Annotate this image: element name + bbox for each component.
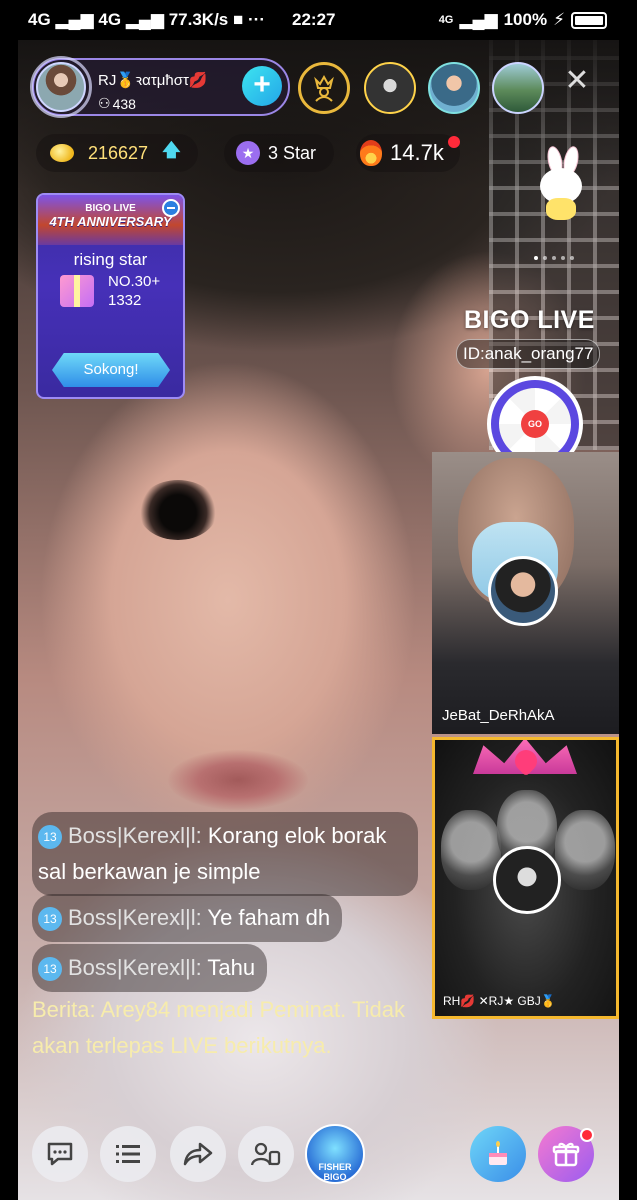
fire-icon bbox=[360, 140, 382, 166]
room-id: ID:anak_orang77 bbox=[456, 339, 601, 369]
bunny-event-icon[interactable] bbox=[536, 144, 586, 222]
share-button[interactable] bbox=[170, 1126, 226, 1182]
bean-icon bbox=[50, 144, 74, 162]
speed-label: 77.3K/s bbox=[168, 10, 229, 29]
battery-icon bbox=[571, 11, 607, 29]
chat-message[interactable]: 13 Boss|Kerexl|l: Ye faham dh bbox=[32, 894, 343, 942]
comment-icon bbox=[47, 1142, 73, 1166]
news-message: Berita: Arey84 menjadi Peminat. Tidak ak… bbox=[32, 997, 405, 1058]
wheel-go-button[interactable]: GO bbox=[521, 410, 549, 438]
cake-button[interactable] bbox=[470, 1126, 526, 1182]
ranking-button[interactable] bbox=[298, 62, 350, 114]
share-arrow-icon bbox=[183, 1142, 213, 1166]
viewer-avatar-1[interactable] bbox=[364, 62, 416, 114]
coins-pill[interactable]: 216627 🡅 bbox=[36, 134, 198, 172]
signal-icon: ▂▄▆ bbox=[55, 10, 94, 29]
star-value: 3 Star bbox=[268, 142, 317, 163]
host-prefix: RJ bbox=[98, 72, 117, 89]
fans-count: 438 bbox=[112, 95, 136, 112]
signal-icon-3: ▂▄▆ bbox=[459, 10, 498, 29]
chat-user[interactable]: Boss|Kerexl|l: bbox=[68, 955, 202, 980]
chat-user[interactable]: Boss|Kerexl|l: bbox=[68, 823, 202, 848]
popularity-value: 14.7k bbox=[390, 140, 444, 165]
chat-message[interactable]: 13 Boss|Kerexl|l: Korang elok borak sal b… bbox=[32, 812, 418, 896]
anniversary-rank: NO.30+ bbox=[108, 273, 161, 290]
comment-button[interactable] bbox=[32, 1126, 88, 1182]
level-badge: 13 bbox=[38, 907, 62, 932]
viewer-avatar-2[interactable] bbox=[428, 62, 480, 114]
more-notifications-icon: ··· bbox=[248, 10, 265, 29]
battery-percent: 100% bbox=[503, 10, 548, 29]
carousel-dots bbox=[534, 256, 588, 262]
star-icon: ★ bbox=[236, 141, 260, 165]
support-button[interactable]: Sokong! bbox=[52, 353, 170, 387]
minimize-icon[interactable] bbox=[162, 199, 180, 217]
chat-text: Tahu bbox=[207, 955, 256, 980]
status-right: 4G ▂▄▆ 100% ⚡ bbox=[439, 10, 607, 30]
network-label-2: 4G bbox=[98, 10, 122, 29]
video-eye bbox=[138, 480, 218, 540]
star-pill[interactable]: ★ 3 Star bbox=[224, 134, 334, 172]
host-avatar[interactable] bbox=[36, 62, 86, 112]
video-lip bbox=[168, 750, 308, 810]
guest1-avatar[interactable] bbox=[488, 556, 558, 626]
anniversary-title: 4TH ANNIVERSARY bbox=[49, 214, 172, 229]
chat-text: Ye faham dh bbox=[207, 905, 331, 930]
guest1-name: JeBat_DeRhAkA bbox=[442, 707, 555, 724]
status-left: 4G ▂▄▆ 4G ▂▄▆ 77.3K/s ■ ··· bbox=[28, 10, 265, 30]
guest2-avatar[interactable] bbox=[493, 846, 561, 914]
host-fans: ⚇ 438 bbox=[98, 95, 136, 112]
signal-icon-2: ▂▄▆ bbox=[125, 10, 164, 29]
close-icon[interactable]: ✕ bbox=[562, 66, 592, 96]
notification-dot bbox=[448, 136, 460, 148]
users-icon bbox=[251, 1142, 281, 1166]
fisher-game-button[interactable]: FISHER BIGO bbox=[305, 1124, 365, 1184]
level-badge: 13 bbox=[38, 957, 62, 982]
guest2-names: RH💋 ✕RJ★ GBJ🥇 bbox=[443, 994, 556, 1008]
host-name: RJ🥇ꝛατμħστ💋 bbox=[98, 70, 208, 90]
fisher-label: FISHER BIGO bbox=[318, 1162, 352, 1182]
anniversary-card[interactable]: BIGO LIVE 4TH ANNIVERSARY rising star NO… bbox=[36, 193, 185, 399]
chat-user[interactable]: Boss|Kerexl|l: bbox=[68, 905, 202, 930]
anniversary-category: rising star bbox=[73, 250, 148, 269]
level-badge: 13 bbox=[38, 825, 62, 850]
wheel-face: GO bbox=[499, 388, 571, 460]
clock: 22:27 bbox=[292, 10, 336, 29]
chat-message[interactable]: 13 Boss|Kerexl|l: Tahu bbox=[32, 944, 268, 992]
popularity-pill[interactable]: 14.7k bbox=[356, 134, 460, 172]
viewer-avatar-3[interactable] bbox=[492, 62, 544, 114]
arrow-up-icon: 🡅 bbox=[162, 140, 181, 160]
charging-icon: ⚡ bbox=[553, 10, 565, 29]
host-name-text: ꝛατμħστ💋 bbox=[135, 72, 208, 89]
crown-person-icon bbox=[314, 74, 334, 102]
gift-box-icon bbox=[60, 275, 94, 307]
guest-video-2[interactable]: RH💋 ✕RJ★ GBJ🥇 bbox=[432, 737, 619, 1019]
gift-notification-dot bbox=[580, 1128, 594, 1142]
gift-icon bbox=[552, 1142, 580, 1167]
menu-button[interactable] bbox=[100, 1126, 156, 1182]
follow-button[interactable]: + bbox=[242, 66, 282, 106]
skull-right bbox=[555, 810, 615, 890]
anniversary-score: 1332 bbox=[108, 292, 142, 309]
cake-icon bbox=[489, 1141, 507, 1165]
status-bar: 4G ▂▄▆ 4G ▂▄▆ 77.3K/s ■ ··· 22:27 4G ▂▄▆… bbox=[0, 0, 637, 40]
network-label: 4G bbox=[28, 10, 51, 29]
person-icon: ⚇ bbox=[98, 95, 111, 111]
skull-left bbox=[441, 810, 501, 890]
bigo-logo: BIGO LIVE bbox=[464, 306, 595, 334]
network-right-label: 4G bbox=[438, 14, 454, 26]
guest-list-button[interactable] bbox=[238, 1126, 294, 1182]
list-icon bbox=[116, 1145, 140, 1163]
medal-icon: 🥇 bbox=[116, 72, 136, 89]
facebook-icon: ■ bbox=[233, 10, 244, 29]
coins-value: 216627 bbox=[88, 142, 149, 163]
guest-video-1[interactable]: JeBat_DeRhAkA bbox=[432, 452, 619, 734]
